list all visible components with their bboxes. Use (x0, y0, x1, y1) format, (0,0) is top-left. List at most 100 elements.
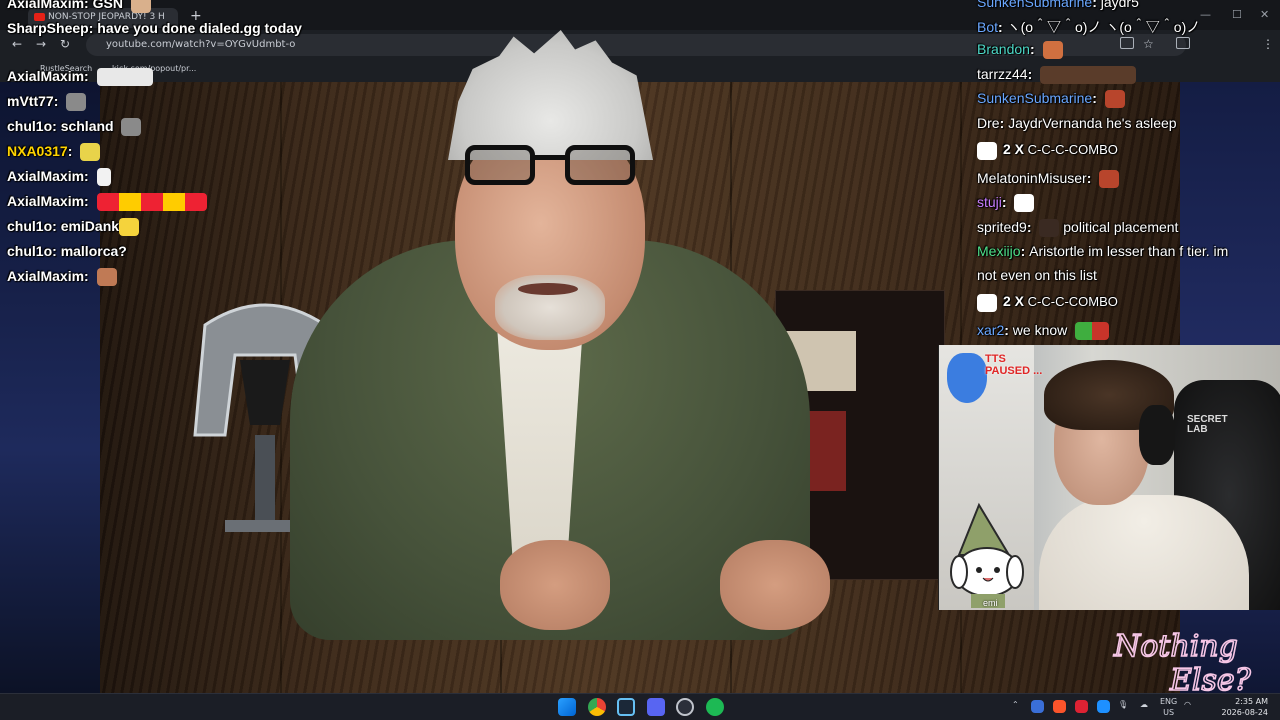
chat-username: AxialMaxim (7, 193, 85, 209)
emote-icon (1099, 170, 1120, 189)
reload-icon[interactable]: ↻ (60, 37, 70, 51)
tray-app-icon[interactable] (1097, 700, 1110, 713)
back-icon[interactable]: ← (12, 37, 22, 51)
bookmark-star-icon[interactable]: ☆ (1143, 37, 1154, 51)
extensions-puzzle-icon[interactable] (1176, 37, 1190, 49)
chat-text: schland (60, 118, 114, 134)
chat-message: chul1o: emiDank (7, 218, 139, 237)
chat-message: chul1o: schland (7, 118, 142, 137)
chat-username: NXA0317 (7, 143, 68, 159)
chat-message: chul1o: mallorca? (7, 243, 127, 259)
chrome-icon[interactable] (588, 698, 606, 716)
onedrive-icon[interactable]: ☁ (1140, 700, 1148, 709)
hand (500, 540, 610, 630)
chat-username: AxialMaxim (7, 168, 85, 184)
tray-chevron-icon[interactable]: ⌃ (1012, 700, 1019, 709)
minimize-icon[interactable]: — (1200, 8, 1211, 21)
tray-app-icon[interactable] (1075, 700, 1088, 713)
combo-text: C-C-C-COMBO (1027, 142, 1118, 157)
tray-app-icon[interactable] (1031, 700, 1044, 713)
mascot-label: emi (983, 598, 998, 608)
extension-icon[interactable] (1120, 37, 1134, 49)
chat-message: Bot: ヽ(o＾▽＾o)ノ ヽ(o＾▽＾o)ノ (977, 17, 1200, 37)
chat-username: chul1o (7, 118, 53, 134)
chat-message: xar2: we know (977, 322, 1110, 341)
chat-separator: : (998, 19, 1003, 35)
taskbar: ⌃ 🎙 ☁ ENG US ◠ 2:35 AM 2026-08-24 (0, 693, 1280, 720)
emote-icon (1042, 41, 1063, 60)
chat-separator: : (52, 243, 57, 259)
chat-message: Dre: JaydrVernanda he's asleep (977, 115, 1177, 131)
chat-separator: : (53, 93, 59, 109)
chat-text: emiDank (60, 218, 120, 234)
chat-message: SharpSheep: have you done dialed.gg toda… (7, 19, 337, 37)
chat-separator: : (1020, 243, 1026, 259)
chat-text: jaydr5 (1100, 0, 1139, 10)
chat-separator: : (88, 20, 94, 36)
emote-icon (96, 268, 117, 287)
chat-separator: : (84, 193, 89, 209)
chat-message: AxialMaxim: (7, 168, 111, 187)
chat-separator: : (999, 115, 1005, 131)
region-code: US (1163, 708, 1175, 717)
maximize-icon[interactable]: ☐ (1232, 8, 1242, 21)
chat-message: tarrzz44: (977, 66, 1137, 85)
headset (1139, 405, 1175, 465)
menu-kebab-icon[interactable]: ⋮ (1262, 37, 1274, 51)
wifi-icon[interactable]: ◠ (1184, 700, 1191, 709)
chat-separator: : (84, 268, 89, 284)
start-icon[interactable] (558, 698, 576, 716)
chat-message: sprited9: political placement (977, 219, 1178, 238)
chat-username: chul1o (7, 218, 53, 234)
combo-count: 2 X (1003, 293, 1025, 309)
cat-emote-icon (977, 293, 997, 312)
close-icon[interactable]: ✕ (1260, 8, 1269, 21)
chat-separator: : (84, 168, 89, 184)
chat-separator: : (84, 68, 89, 84)
chat-separator: : (52, 218, 57, 234)
combo-count: 2 X (1003, 141, 1025, 157)
chat-username: tarrzz44 (977, 66, 1028, 82)
hand (720, 540, 830, 630)
chat-separator: : (1029, 41, 1035, 57)
chat-text: have you done dialed.gg today (97, 20, 302, 36)
chat-separator: : (1001, 194, 1007, 210)
emote-icon (1104, 90, 1125, 109)
language-indicator[interactable]: ENG US (1160, 696, 1177, 718)
emote-icon (66, 93, 87, 112)
chat-separator: : (1026, 219, 1032, 235)
discord-icon[interactable] (647, 698, 665, 716)
chat-text: GSN (92, 0, 123, 11)
emote-row-icon (1040, 66, 1137, 85)
chat-username: xar2 (977, 322, 1005, 338)
lens (465, 145, 535, 185)
svg-text:Nothing: Nothing (1113, 629, 1238, 664)
emote-icon (121, 118, 142, 137)
chat-message: AxialMaxim: (7, 68, 153, 87)
chat-username: chul1o (7, 243, 53, 259)
chat-separator: : (52, 118, 57, 134)
clock-date: 2026-08-24 (1221, 708, 1269, 717)
spotify-icon[interactable] (706, 698, 724, 716)
chat-message: Brandon: (977, 41, 1063, 60)
forward-icon[interactable]: → (36, 37, 46, 51)
wings-emote-icon (96, 68, 153, 87)
nothing-else-logo: Nothing Else? (1112, 628, 1252, 698)
chat-separator: : (1092, 90, 1097, 106)
steam-icon[interactable] (617, 698, 635, 716)
brave-icon[interactable] (1053, 700, 1066, 713)
chat-separator: : (1004, 322, 1009, 338)
emote-icon (1075, 322, 1110, 341)
chat-text: JaydrVernanda he's asleep (1008, 115, 1177, 131)
clock[interactable]: 2:35 AM 2026-08-24 (1198, 696, 1269, 718)
chat-separator: : (1027, 66, 1033, 82)
chat-username: Dre (977, 115, 1000, 131)
chat-separator: : (67, 143, 73, 159)
microphone-icon[interactable]: 🎙 (1118, 700, 1128, 709)
chat-username: sprited9 (977, 219, 1027, 235)
chat-text: ヽ(o＾▽＾o)ノ ヽ(o＾▽＾o)ノ (1006, 19, 1201, 35)
chat-separator: : (84, 0, 89, 11)
chat-message: mVtt77: (7, 93, 87, 112)
chat-username: AxialMaxim (7, 0, 85, 11)
obs-icon[interactable] (676, 698, 694, 716)
